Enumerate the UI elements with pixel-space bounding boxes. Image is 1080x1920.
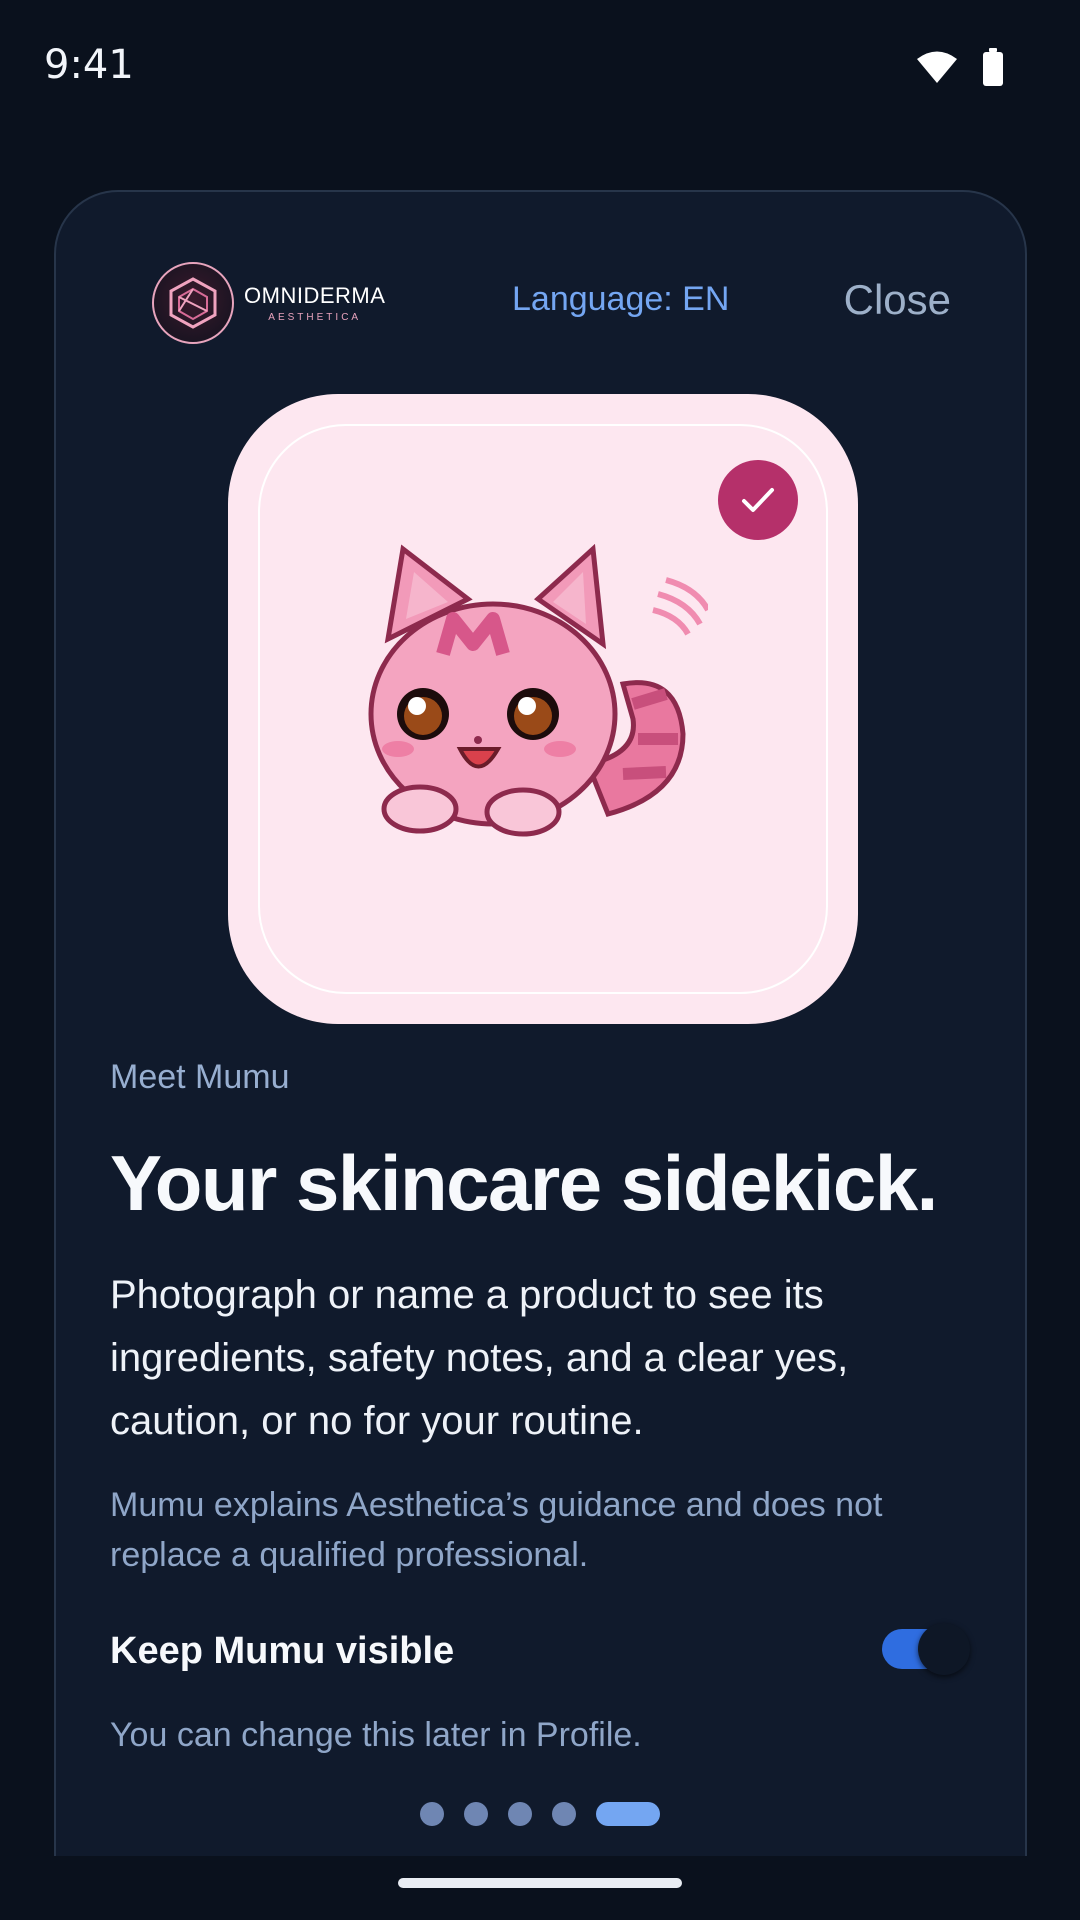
wifi-icon [916,50,958,84]
battery-icon [982,48,1004,86]
status-bar: 9:41 [0,0,1080,130]
logo-mark-icon [152,262,234,344]
page-dot-3[interactable] [508,1802,532,1826]
page-indicator [420,1802,660,1826]
brand-logo: OMNIDERMA AESTHETICA [152,262,385,344]
toggle-hint-text: You can change this later in Profile. [110,1716,642,1754]
keep-visible-label: Keep Mumu visible [110,1630,455,1672]
keep-visible-toggle[interactable] [882,1623,970,1675]
eyebrow-text: Meet Mumu [110,1058,290,1096]
check-icon [718,460,798,540]
card-header: OMNIDERMA AESTHETICA Language: EN Close [56,192,1025,392]
status-time: 9:41 [44,42,134,88]
page-dot-4[interactable] [552,1802,576,1826]
page-dot-1[interactable] [420,1802,444,1826]
disclaimer-text: Mumu explains Aesthetica’s guidance and … [110,1486,883,1574]
status-icons [916,48,1004,86]
page-title: Your skincare sidekick. [110,1139,938,1227]
language-selector[interactable]: Language: EN [512,280,729,319]
toggle-knob [918,1623,970,1675]
page-dot-5-active[interactable] [596,1802,660,1826]
onboarding-card: OMNIDERMA AESTHETICA Language: EN Close [54,190,1027,1920]
page-dot-2[interactable] [464,1802,488,1826]
logo-text: OMNIDERMA AESTHETICA [244,283,385,323]
logo-subtitle: AESTHETICA [268,312,362,323]
mascot-card [228,394,858,1024]
onboarding-screen: 9:41 OMNIDERMA AESTHETICA Language: EN C… [0,0,1080,1920]
description-text: Photograph or name a product to see its … [110,1273,849,1443]
logo-name: OMNIDERMA [244,283,386,308]
home-indicator[interactable] [398,1878,682,1888]
pink-cat-mascot [368,544,708,837]
navigation-bar [0,1856,1080,1920]
close-button[interactable]: Close [844,276,951,324]
